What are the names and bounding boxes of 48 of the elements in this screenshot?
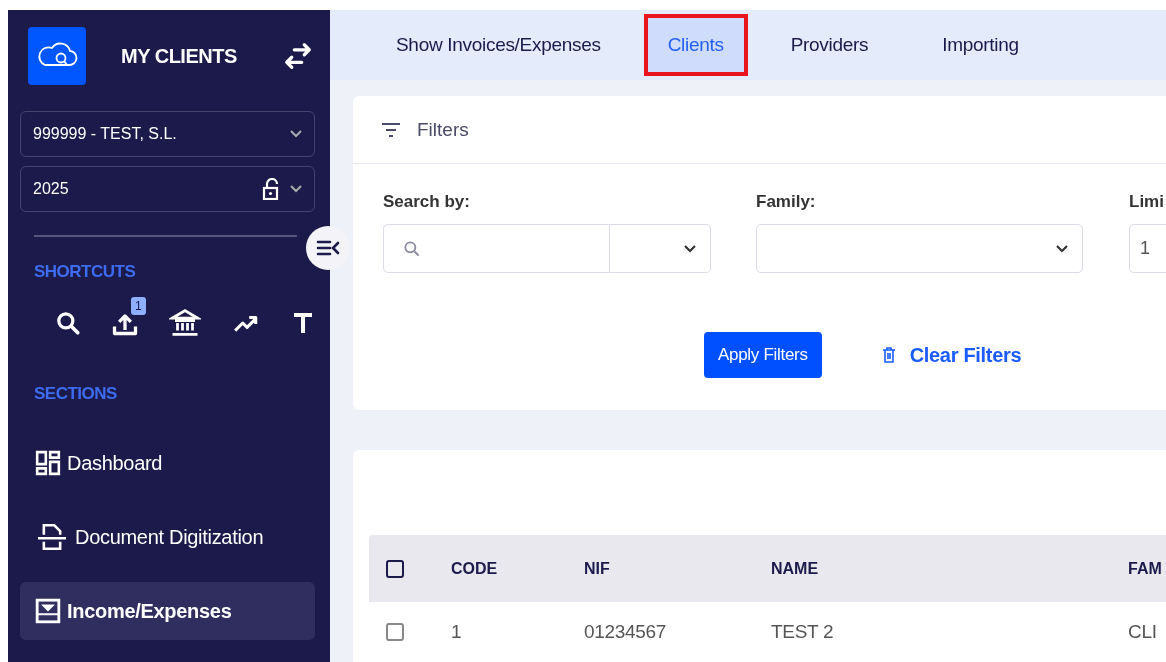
column-header: FAM <box>1128 559 1163 578</box>
collapse-menu-icon <box>316 238 340 258</box>
tab[interactable]: Clients <box>643 14 748 76</box>
trash-icon <box>881 347 896 363</box>
select-all-checkbox[interactable] <box>386 559 404 578</box>
year-select[interactable]: 2025 <box>20 166 315 212</box>
table-cell-text: CLI <box>1128 621 1158 643</box>
cloud-logo-icon <box>28 27 86 85</box>
tab[interactable]: Show Invoices/Expenses <box>386 14 638 76</box>
app-title: MY CLIENTS <box>121 44 237 68</box>
dashboard-icon <box>35 450 61 476</box>
section-heading: SHORTCUTS <box>34 262 137 282</box>
bank-icon[interactable] <box>169 308 201 338</box>
search-icon[interactable] <box>55 310 81 336</box>
field-label: Search by: <box>383 192 471 212</box>
section-heading: SECTIONS <box>34 384 118 404</box>
table-cell-text: TEST 2 <box>771 621 835 643</box>
limit-field[interactable]: 1 <box>1129 224 1166 273</box>
column-header: CODE <box>451 559 499 578</box>
chevron-down-icon <box>684 244 696 253</box>
table-cell-text: 01234567 <box>584 621 668 643</box>
filter-icon[interactable] <box>381 122 401 137</box>
nav-item[interactable]: Income/Expenses <box>20 582 315 640</box>
document-scan-icon <box>35 523 69 551</box>
chevron-down-icon <box>290 130 302 138</box>
collapse-sidebar-button[interactable] <box>306 226 350 270</box>
tab[interactable]: Importing <box>905 14 1056 76</box>
inbox-icon <box>35 598 61 624</box>
chevron-down-icon <box>290 185 302 193</box>
text-format-icon[interactable] <box>291 310 315 336</box>
row-checkbox[interactable] <box>386 623 404 641</box>
nav-item[interactable]: Dashboard <box>20 434 315 492</box>
search-icon <box>402 238 422 259</box>
clear-filters-button[interactable]: Clear Filters <box>881 343 1022 367</box>
company-select[interactable]: 999999 - TEST, S.L. <box>20 111 315 157</box>
field-label: Limi <box>1129 192 1165 212</box>
chevron-down-icon <box>1056 244 1068 253</box>
count-badge: 1 <box>131 297 146 315</box>
apply-filters-button[interactable]: Apply Filters <box>704 332 822 378</box>
field-label: Family: <box>756 192 817 212</box>
filters-title: Filters <box>417 118 469 141</box>
nav-item[interactable]: Document Digitization <box>20 508 315 566</box>
column-header: NAME <box>771 559 820 578</box>
tab[interactable]: Providers <box>753 14 906 76</box>
table-cell-text: 1 <box>451 621 463 643</box>
search-field[interactable] <box>383 224 610 273</box>
column-header: NIF <box>584 559 611 578</box>
swap-arrows-icon[interactable] <box>283 41 313 71</box>
